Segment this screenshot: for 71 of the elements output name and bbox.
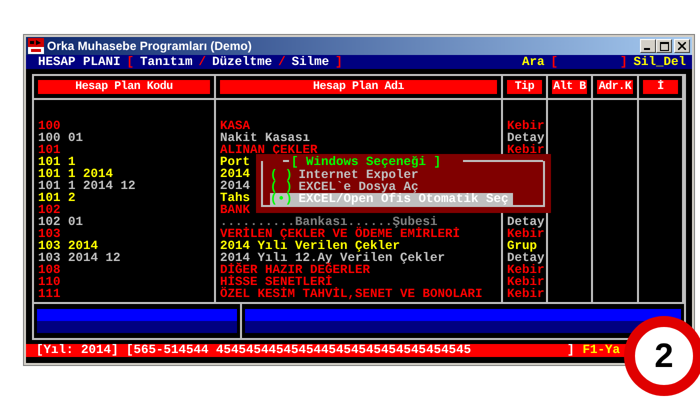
table-cell: ..........Bankası......Şubesi xyxy=(220,216,438,228)
radio-option[interactable]: ( ) EXCEL`e Dosya Aç xyxy=(270,181,513,193)
table-cell: 103 2014 12 xyxy=(38,252,121,264)
table-cell: 100 01 xyxy=(38,132,84,144)
menu-text: HESAP PLANI xyxy=(38,55,121,69)
menu-text: Ara xyxy=(522,55,544,69)
menu-text: / xyxy=(278,55,286,69)
table-cell: VERİLEN ÇEKLER VE ÖDEME EMİRLERİ xyxy=(220,228,460,240)
table-cell: 100 xyxy=(38,120,61,132)
table-cell: 101 1 2014 12 xyxy=(38,180,136,192)
column-header: Hesap Plan Kodu xyxy=(38,80,210,94)
column-header: Adr.K xyxy=(597,80,633,94)
menu-text: Sil_Del xyxy=(633,55,686,69)
table-cell: Kebir xyxy=(507,144,545,156)
table-cell: 102 xyxy=(38,204,61,216)
menu-text: / xyxy=(198,55,206,69)
table-cell: KASA xyxy=(220,120,250,132)
window-title: Orka Muhasebe Programları (Demo) xyxy=(47,39,253,53)
minimize-button[interactable] xyxy=(640,39,656,53)
table-cell: 111 xyxy=(38,288,61,300)
table-cell: ALINAN ÇEKLER xyxy=(220,144,318,156)
maximize-button[interactable] xyxy=(656,39,672,53)
table-cell: Kebir xyxy=(507,228,545,240)
column-header: Tip xyxy=(507,80,542,94)
table-cell: 103 2014 xyxy=(38,240,98,252)
table-cell: DİĞER HAZIR DEĞERLER xyxy=(220,264,370,276)
table-cell: 101 xyxy=(38,144,61,156)
menu-text: [ xyxy=(550,55,558,69)
table-cell: 103 xyxy=(38,228,61,240)
maximize-icon xyxy=(660,42,668,50)
table-cell: 2014 Yılı 12.Ay Verilen Çekler xyxy=(220,252,446,264)
column-header: İ xyxy=(643,80,678,94)
menu-text: Düzeltme xyxy=(212,55,272,69)
column-header: Hesap Plan Adı xyxy=(220,80,497,94)
table-cell: BANK xyxy=(220,204,250,216)
table-cell: Kebir xyxy=(507,276,545,288)
radio-option[interactable]: ( ) Internet Expoler xyxy=(270,169,513,181)
table-cell: 101 1 2014 xyxy=(38,168,114,180)
table-cell: HİSSE SENETLERİ xyxy=(220,276,333,288)
menu-text: Silme xyxy=(292,55,330,69)
table-cell: Detay xyxy=(507,216,545,228)
table-cell: Kebir xyxy=(507,120,545,132)
table-cell: Tahs xyxy=(220,192,250,204)
table-cell: 2014 xyxy=(220,180,250,192)
table-cell: Nakit Kasası xyxy=(220,132,310,144)
table-cell: Kebir xyxy=(507,264,545,276)
table-cell: 2014 Yılı Verilen Çekler xyxy=(220,240,400,252)
table-cell: Detay xyxy=(507,132,545,144)
close-icon xyxy=(678,42,686,50)
table-cell: Grup xyxy=(507,240,538,252)
menu-text: ] xyxy=(620,55,628,69)
table-cell: Detay xyxy=(507,252,545,264)
table-cell: 101 2 xyxy=(38,192,76,204)
close-button[interactable] xyxy=(674,39,690,53)
menu-text: [ xyxy=(126,55,134,69)
table-cell: 101 1 xyxy=(38,156,76,168)
menu-text: ] xyxy=(335,55,343,69)
table-cell: 108 xyxy=(38,264,61,276)
column-header: Alt B xyxy=(552,80,587,94)
table-cell: 110 xyxy=(38,276,61,288)
table-cell: 2014 xyxy=(220,168,250,180)
status-text: [Yıl: 2014] [565-514544 4545454454545445454545454545454545 xyxy=(36,344,472,357)
menu-text: Tanıtım xyxy=(140,55,193,69)
table-cell: Port xyxy=(220,156,250,168)
table-cell: 102 01 xyxy=(38,216,84,228)
app-icon xyxy=(28,38,44,54)
status-text: ] xyxy=(566,344,574,357)
table-cell: Kebir xyxy=(507,288,545,300)
step-badge: 2 xyxy=(624,316,700,396)
help-key-text: F1-Ya xyxy=(582,344,620,357)
table-cell: ÖZEL KESİM TAHVİL,SENET VE BONOLARI xyxy=(220,288,483,300)
